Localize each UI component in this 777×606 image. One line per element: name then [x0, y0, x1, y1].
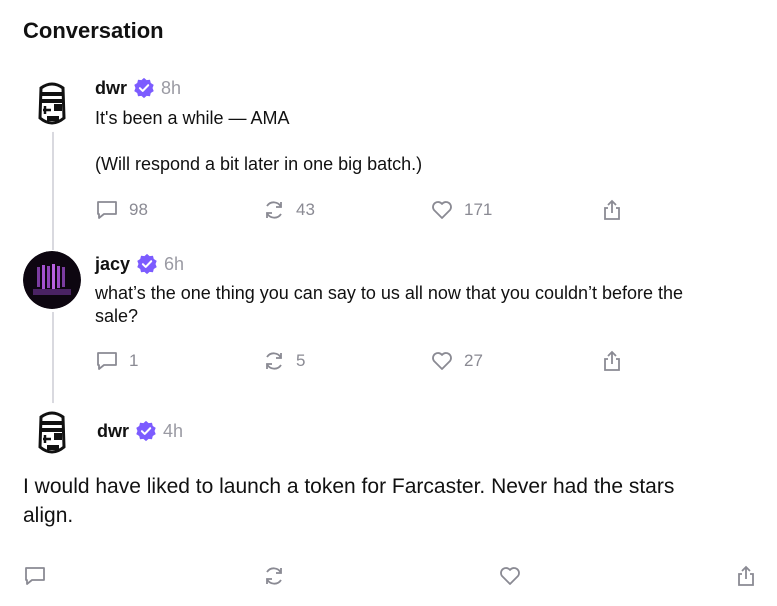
- recast-count: 43: [296, 200, 315, 219]
- verified-badge-icon: [136, 420, 156, 442]
- like-button[interactable]: 27: [430, 349, 483, 373]
- comment-icon: [25, 567, 45, 585]
- recast-button[interactable]: 43: [262, 198, 315, 222]
- like-count: 27: [464, 351, 483, 370]
- like-count: 171: [464, 200, 493, 219]
- username[interactable]: dwr: [95, 78, 127, 99]
- recast-icon: [266, 352, 282, 370]
- recast-button[interactable]: [262, 564, 286, 588]
- verified-badge-icon: [137, 253, 157, 275]
- verified-badge-icon: [134, 77, 154, 99]
- comment-icon: [97, 352, 117, 370]
- heart-icon: [432, 352, 452, 370]
- reply-button[interactable]: 1: [95, 349, 138, 373]
- reply-count: 98: [129, 200, 148, 219]
- page-title: Conversation: [23, 18, 164, 43]
- share-icon: [738, 565, 754, 586]
- like-button[interactable]: [498, 564, 522, 588]
- like-button[interactable]: 171: [430, 198, 492, 222]
- thread-line: [52, 312, 54, 404]
- share-button[interactable]: [600, 349, 624, 373]
- share-icon: [604, 199, 620, 220]
- recast-button[interactable]: 5: [262, 349, 305, 373]
- post-text: I would have liked to launch a token for…: [23, 475, 675, 527]
- post-text: what’s the one thing you can say to us a…: [95, 283, 684, 326]
- timestamp: 8h: [161, 77, 182, 98]
- reply-button[interactable]: 98: [95, 198, 148, 222]
- avatar-dwr[interactable]: [23, 74, 81, 132]
- reply-count: 1: [129, 351, 139, 370]
- heart-icon: [432, 201, 452, 219]
- recast-icon: [266, 567, 282, 585]
- recast-icon: [266, 201, 282, 219]
- thread-line: [52, 130, 54, 250]
- username[interactable]: jacy: [95, 254, 130, 275]
- share-icon: [604, 350, 620, 371]
- username[interactable]: dwr: [97, 421, 129, 442]
- post-text: It's been a while — AMA (Will respond a …: [95, 108, 423, 174]
- share-button[interactable]: [600, 198, 624, 222]
- timestamp: 6h: [164, 253, 185, 274]
- avatar-jacy[interactable]: [23, 251, 81, 309]
- avatar-dwr[interactable]: [23, 403, 81, 461]
- heart-icon: [500, 567, 520, 585]
- share-button[interactable]: [734, 564, 758, 588]
- timestamp: 4h: [163, 420, 184, 441]
- comment-icon: [97, 201, 117, 219]
- reply-button[interactable]: [23, 564, 47, 588]
- recast-count: 5: [296, 351, 306, 370]
